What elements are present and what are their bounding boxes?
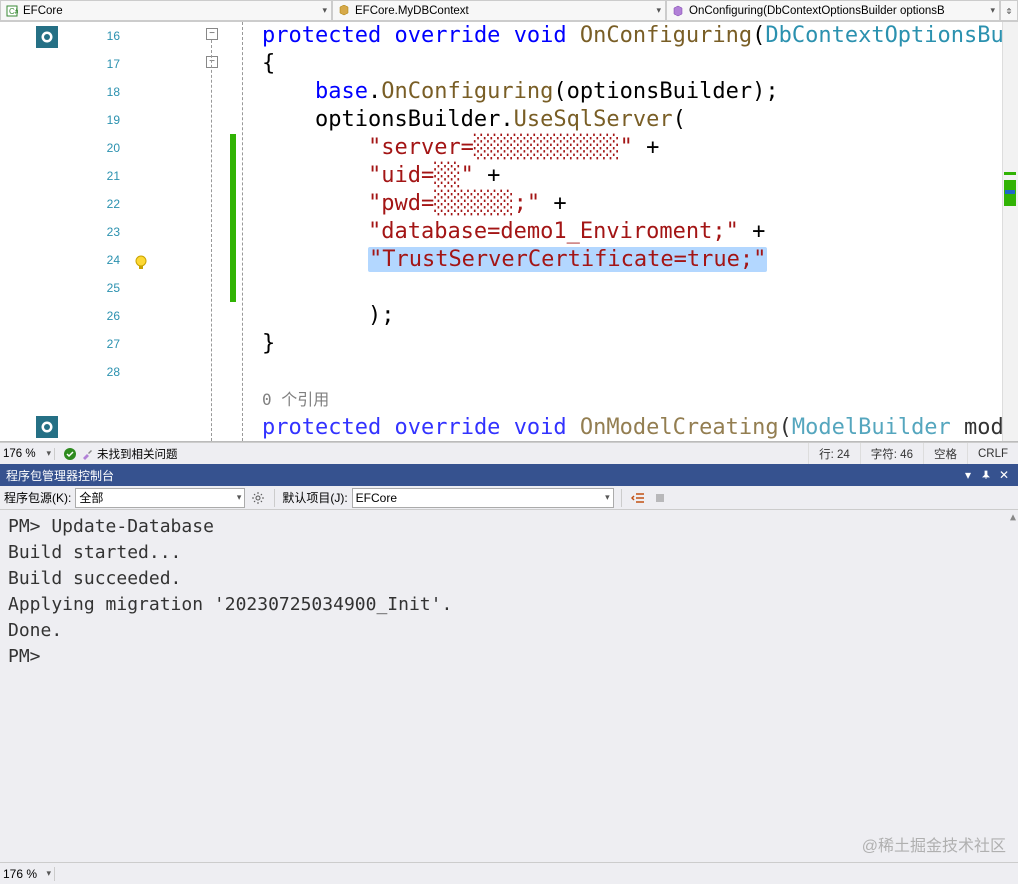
console-toolbar: 程序包源(K): 全部 ▾ 默认项目(J): EFCore ▾ [0,486,1018,510]
zoom-control[interactable]: 176 % ▾ [0,448,55,460]
chevron-down-icon: ▾ [322,5,327,16]
chevron-down-icon: ▾ [656,5,661,16]
console-line: Done. [8,618,1010,644]
editor-margin: ↑ [0,22,70,441]
change-marker-column [230,22,254,441]
chevron-down-icon: ▾ [46,868,51,879]
class-icon [337,4,351,18]
default-project-select[interactable]: EFCore ▾ [352,488,614,508]
lightbulb-icon[interactable] [132,254,150,272]
ok-icon [63,447,77,461]
console-zoom-control[interactable]: 176 % ▾ [0,867,55,881]
line-number: 24 [70,246,130,274]
console-line: Build succeeded. [8,566,1010,592]
scroll-up-icon[interactable]: ▲ [1010,512,1016,523]
zoom-value: 176 % [3,448,46,460]
partial-code-line: protected override void OnModelCreating(… [254,414,1018,441]
watermark-text: @稀土掘金技术社区 [862,832,1006,856]
issues-text: 未找到相关问题 [97,446,178,462]
line-ending[interactable]: CRLF [967,443,1018,464]
outdent-icon[interactable] [629,489,647,507]
line-number: 17 [70,50,130,78]
console-line: Applying migration '20230725034900_Init'… [8,592,1010,618]
cursor-col[interactable]: 字符: 46 [860,443,923,464]
csharp-file-icon: C# [5,4,19,18]
chevron-down-icon: ▾ [605,492,610,503]
console-zoom-value: 176 % [3,867,46,881]
editor-status-bar: 176 % ▾ 未找到相关问题 行: 24 字符: 46 空格 CRLF [0,442,1018,464]
console-panel-header: 程序包管理器控制台 ▾ ✕ [0,464,1018,486]
console-line: Build started... [8,540,1010,566]
method-icon [671,4,685,18]
default-project-label: 默认项目(J): [282,489,347,506]
indent-mode[interactable]: 空格 [923,443,967,464]
chevron-down-icon: ▾ [237,492,242,503]
package-source-label: 程序包源(K): [4,489,71,506]
line-number: 19 [70,106,130,134]
quick-action-indicator[interactable] [36,416,58,438]
code-editor[interactable]: ↑ 16171819202122232425262728 − − protect… [0,22,1018,442]
chevron-down-icon: ▾ [990,5,995,16]
line-number: 28 [70,358,130,386]
line-number: 26 [70,302,130,330]
svg-text:C#: C# [9,7,18,16]
line-number: 20 [70,134,130,162]
project-label: EFCore [23,5,318,17]
split-button[interactable] [1000,0,1018,21]
close-icon[interactable]: ✕ [996,467,1012,483]
chevron-down-icon: ▾ [46,448,51,459]
line-number: 27 [70,330,130,358]
class-label: EFCore.MyDBContext [355,5,652,17]
line-number: 21 [70,162,130,190]
scrollbar-overview[interactable] [1002,22,1018,441]
method-dropdown[interactable]: OnConfiguring(DbContextOptionsBuilder op… [666,0,1000,21]
codelens-references[interactable]: 0 个引用 [254,386,1018,414]
collapse-toggle[interactable]: − [206,28,218,40]
quick-action-indicator[interactable]: ↑ [36,26,58,48]
split-icon [1005,5,1013,17]
line-number: 18 [70,78,130,106]
line-number: 25 [70,274,130,302]
line-number: 23 [70,218,130,246]
bottom-status-bar: 176 % ▾ [0,862,1018,884]
brush-icon [81,448,93,460]
collapse-toggle[interactable]: − [206,56,218,68]
stop-icon[interactable] [651,489,669,507]
issues-indicator[interactable]: 未找到相关问题 [55,446,186,462]
cursor-row[interactable]: 行: 24 [808,443,860,464]
console-output[interactable]: PM> Update-DatabaseBuild started...Build… [0,510,1018,862]
code-content[interactable]: protected override void OnConfiguring(Db… [254,22,1018,441]
panel-title: 程序包管理器控制台 [6,467,958,484]
gear-icon[interactable] [249,489,267,507]
console-line: PM> [8,644,1010,670]
console-line: PM> Update-Database [8,514,1010,540]
package-source-select[interactable]: 全部 ▾ [75,488,245,508]
method-label: OnConfiguring(DbContextOptionsBuilder op… [689,5,986,17]
class-dropdown[interactable]: EFCore.MyDBContext ▾ [332,0,666,21]
breadcrumb-nav: C# EFCore ▾ EFCore.MyDBContext ▾ OnConfi… [0,0,1018,22]
pin-icon[interactable] [978,467,994,483]
line-number: 16 [70,22,130,50]
line-number: 22 [70,190,130,218]
project-dropdown[interactable]: C# EFCore ▾ [0,0,332,21]
panel-dropdown-icon[interactable]: ▾ [960,467,976,483]
